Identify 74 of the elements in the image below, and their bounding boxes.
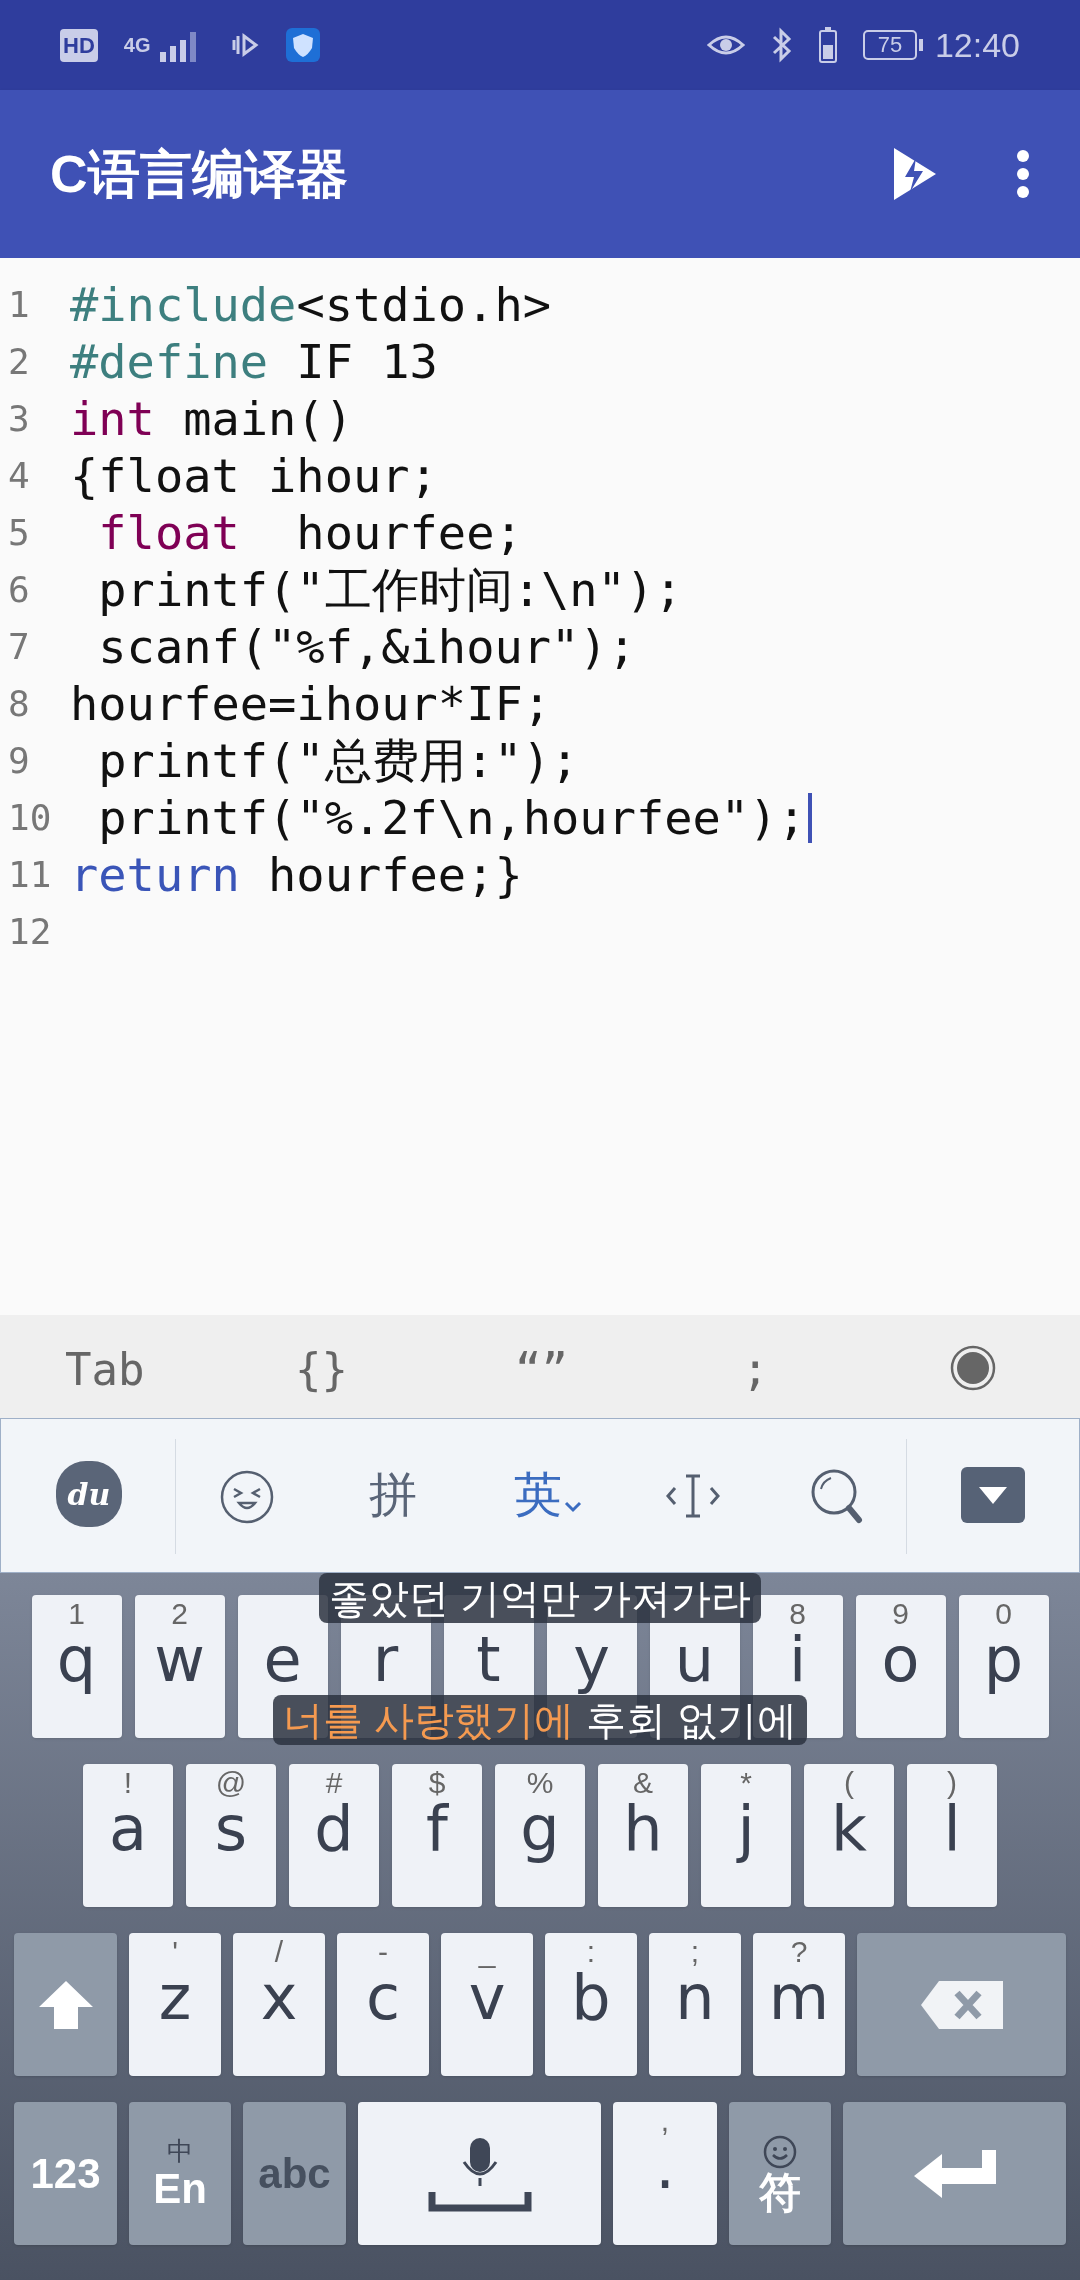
keyboard-logo[interactable]: du	[56, 1461, 122, 1527]
input-mode-tab[interactable]: 拼	[369, 1459, 417, 1531]
backspace-key[interactable]	[857, 1933, 1066, 2076]
enter-key[interactable]	[843, 2102, 1066, 2245]
code-line: float hourfee;	[97, 504, 523, 561]
battery-indicator: 75	[862, 30, 917, 60]
letter-key[interactable]: : b	[545, 1933, 637, 2076]
code-line: printf("工作时间:\n");	[97, 561, 683, 618]
code-line: #include<stdio.h>	[70, 276, 552, 333]
shift-key[interactable]	[14, 1933, 117, 2076]
letter-key[interactable]: 9 o	[855, 1595, 946, 1738]
bluetooth-icon	[770, 27, 793, 63]
clock-time: 12:40	[934, 24, 1020, 66]
backspace-icon	[918, 1978, 1005, 2031]
caret-icon	[564, 1501, 582, 1513]
hd-badge: HD	[60, 28, 98, 62]
code-line: scanf("%f,&ihour");	[97, 618, 636, 675]
letter-key[interactable]: ! a	[83, 1764, 173, 1907]
line-number: 2	[7, 339, 31, 384]
letter-key[interactable]: # d	[289, 1764, 379, 1907]
quick-key[interactable]: Tab	[65, 1337, 145, 1403]
collapse-keyboard-icon[interactable]	[961, 1467, 1025, 1523]
record-icon[interactable]	[950, 1345, 996, 1391]
app-title: C语言编译器	[50, 144, 348, 205]
emoji-icon[interactable]	[219, 1469, 275, 1525]
line-number: 12	[7, 909, 53, 954]
more-icon[interactable]	[1016, 149, 1030, 199]
letter-key[interactable]: - c	[337, 1933, 429, 2076]
line-number: 4	[7, 453, 31, 498]
code-line: {float ihour;	[70, 447, 438, 504]
network-label: 4G	[123, 33, 151, 58]
text-cursor	[807, 792, 812, 843]
input-mode-tab[interactable]: 英	[514, 1459, 582, 1531]
code-line: int main()	[70, 390, 353, 447]
line-number: 3	[7, 396, 31, 441]
code-line: hourfee=ihour*IF;	[70, 675, 552, 732]
letter-key[interactable]: 2 w	[134, 1595, 225, 1738]
phone-battery-icon	[818, 27, 837, 63]
microphone-icon	[427, 2135, 532, 2212]
line-number: 5	[7, 510, 31, 555]
line-number: 8	[7, 681, 31, 726]
code-line: printf("%.2f\n,hourfee");	[97, 789, 806, 846]
letter-key[interactable]: ' z	[129, 1933, 221, 2076]
code-line: #define IF 13	[70, 333, 438, 390]
letter-key[interactable]: 1 q	[31, 1595, 122, 1738]
line-number: 10	[7, 795, 53, 840]
line-number: 11	[7, 852, 53, 897]
line-number: 9	[7, 738, 31, 783]
letter-key[interactable]: _ v	[441, 1933, 533, 2076]
letter-key[interactable]: $ f	[392, 1764, 482, 1907]
letter-key[interactable]: , .	[613, 2102, 717, 2245]
letter-key[interactable]: & h	[598, 1764, 688, 1907]
quick-key[interactable]: ;	[742, 1337, 769, 1403]
code-line: printf("总费用:");	[97, 732, 579, 789]
letter-key[interactable]: * j	[701, 1764, 791, 1907]
space-key[interactable]	[358, 2102, 601, 2245]
shield-icon	[286, 28, 321, 62]
line-number: 7	[7, 624, 31, 669]
code-line: return hourfee;}	[70, 846, 523, 903]
letter-key[interactable]: 0 p	[958, 1595, 1049, 1738]
quick-key[interactable]: “”	[515, 1337, 568, 1403]
line-number: 6	[7, 567, 31, 612]
letter-key[interactable]: % g	[495, 1764, 585, 1907]
quick-key[interactable]: {}	[295, 1337, 348, 1403]
letter-key[interactable]: ? m	[753, 1933, 845, 2076]
letter-key[interactable]: / x	[233, 1933, 325, 2076]
run-icon[interactable]	[892, 146, 938, 202]
floating-lyric-toast: 너를 사랑했기에 후회 없기에	[273, 1695, 807, 1745]
letter-key[interactable]: ( k	[804, 1764, 894, 1907]
letter-key[interactable]: ; n	[649, 1933, 741, 2076]
letter-key[interactable]: @ s	[186, 1764, 276, 1907]
line-number: 1	[7, 282, 31, 327]
letter-key[interactable]: ) l	[907, 1764, 997, 1907]
floating-lyric-toast: 좋았던 기억만 가져가라	[318, 1573, 762, 1623]
